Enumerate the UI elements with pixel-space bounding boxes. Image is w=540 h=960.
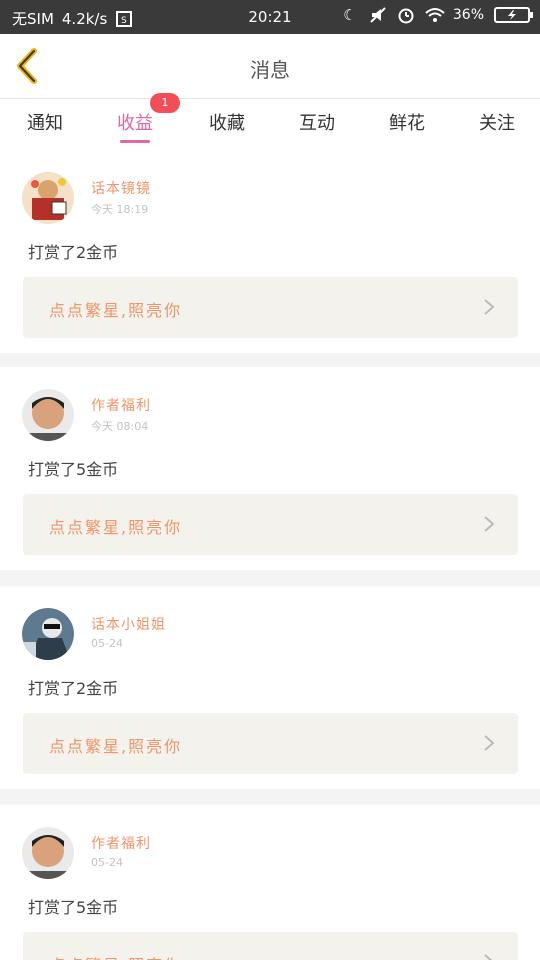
avatar[interactable] bbox=[22, 172, 74, 224]
sender-name[interactable]: 作者福利 bbox=[91, 833, 151, 853]
reply-text: 点点繁星,照亮你 bbox=[49, 301, 183, 320]
tab-flowers[interactable]: 鲜花 bbox=[384, 109, 430, 143]
tab-favorites[interactable]: 收藏 bbox=[204, 109, 250, 143]
avatar[interactable] bbox=[22, 827, 74, 879]
message-card: 话本小姐姐 05-24 打赏了2金币 点点繁星,照亮你 bbox=[0, 586, 540, 789]
tab-label: 鲜花 bbox=[389, 113, 425, 134]
mute-icon bbox=[369, 6, 387, 24]
message-card: 作者福利 今天 08:04 打赏了5金币 点点繁星,照亮你 bbox=[0, 367, 540, 570]
message-time: 05-24 bbox=[91, 637, 123, 650]
tab-earnings[interactable]: 收益 bbox=[112, 109, 158, 143]
message-text: 打赏了2金币 bbox=[28, 243, 119, 262]
wifi-icon bbox=[425, 6, 445, 24]
battery-icon bbox=[494, 7, 533, 23]
message-text: 打赏了5金币 bbox=[28, 898, 119, 917]
tab-notice[interactable]: 通知 bbox=[22, 109, 68, 143]
tab-following[interactable]: 关注 bbox=[474, 109, 520, 143]
chevron-right-icon bbox=[484, 516, 495, 532]
reply-text: 点点繁星,照亮你 bbox=[49, 518, 183, 537]
sender-name[interactable]: 话本小姐姐 bbox=[91, 614, 166, 634]
status-right: ☾ 36% bbox=[341, 6, 533, 24]
message-card: 话本镜镜 今天 18:19 打赏了2金币 点点繁星,照亮你 bbox=[0, 150, 540, 353]
tab-label: 互动 bbox=[299, 113, 335, 134]
tab-label: 收益 bbox=[117, 113, 153, 134]
message-text: 打赏了5金币 bbox=[28, 460, 119, 479]
chevron-right-icon bbox=[484, 954, 493, 960]
message-time: 05-24 bbox=[91, 856, 123, 869]
status-bar: 无SIM 4.2k/s S 20:21 ☾ 36% bbox=[0, 0, 540, 34]
avatar[interactable] bbox=[22, 608, 74, 660]
chevron-right-icon bbox=[484, 299, 495, 315]
reply-button[interactable]: 点点繁星,照亮你 bbox=[23, 713, 518, 774]
tab-label: 收藏 bbox=[209, 113, 245, 134]
reply-button[interactable]: 点点繁星,照亮你 bbox=[23, 494, 518, 555]
message-time: 今天 18:19 bbox=[91, 203, 149, 216]
reply-button[interactable]: 点点繁星,照亮你 bbox=[23, 932, 518, 960]
message-time: 今天 08:04 bbox=[91, 420, 149, 433]
tab-label: 关注 bbox=[479, 113, 515, 134]
back-button[interactable] bbox=[10, 46, 50, 86]
battery-percent: 36% bbox=[452, 7, 484, 23]
reply-text: 点点繁星,照亮你 bbox=[49, 737, 183, 756]
reply-button[interactable]: 点点繁星,照亮你 bbox=[23, 277, 518, 338]
tab-bar: 通知 收益 收藏 互动 鲜花 关注 1 bbox=[0, 93, 540, 150]
app-header: 消息 bbox=[0, 34, 540, 98]
reply-text: 点点繁星,照亮你 bbox=[49, 952, 182, 960]
message-card: 作者福利 05-24 打赏了5金币 点点繁星,照亮你 bbox=[0, 805, 540, 960]
alarm-icon bbox=[397, 6, 415, 24]
page-title: 消息 bbox=[250, 58, 290, 82]
tab-active-indicator bbox=[120, 140, 150, 143]
sender-name[interactable]: 话本镜镜 bbox=[91, 178, 151, 198]
unread-badge: 1 bbox=[150, 93, 180, 113]
message-text: 打赏了2金币 bbox=[28, 679, 119, 698]
chevron-right-icon bbox=[484, 735, 495, 751]
sender-name[interactable]: 作者福利 bbox=[91, 395, 151, 415]
avatar[interactable] bbox=[22, 389, 74, 441]
tab-interactions[interactable]: 互动 bbox=[294, 109, 340, 143]
moon-icon: ☾ bbox=[343, 6, 357, 24]
tab-label: 通知 bbox=[27, 113, 63, 134]
chevron-left-icon bbox=[17, 48, 37, 84]
